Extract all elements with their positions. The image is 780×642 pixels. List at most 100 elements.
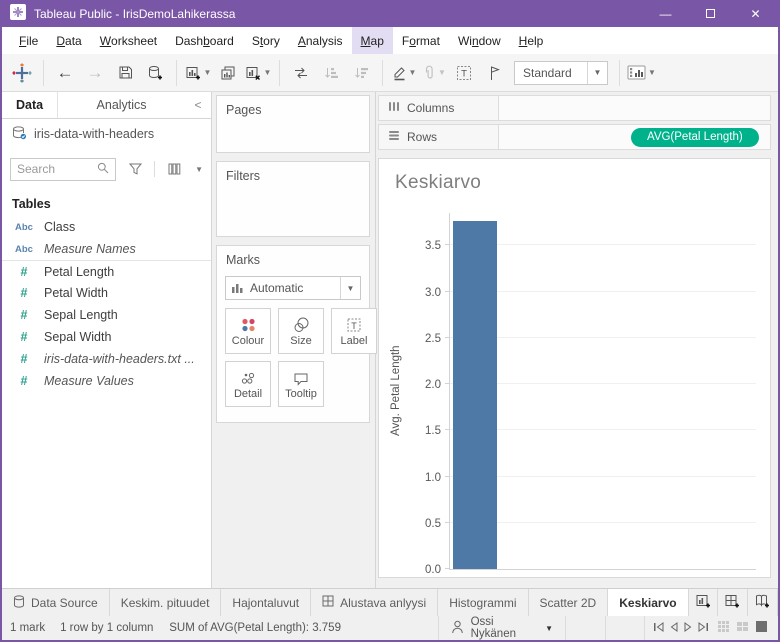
columns-shelf-area[interactable] xyxy=(499,95,771,121)
y-tick-mark xyxy=(445,244,450,246)
tableau-logo-icon[interactable] xyxy=(8,59,36,87)
tab-histogrammi[interactable]: Histogrammi xyxy=(438,589,529,616)
save-button[interactable] xyxy=(111,59,139,87)
new-dashboard-button[interactable] xyxy=(718,589,749,616)
field-sepal-width[interactable]: # Sepal Width xyxy=(2,326,211,348)
search-input[interactable] xyxy=(17,162,94,176)
new-story-button[interactable] xyxy=(748,589,778,616)
show-filmstrip-icon[interactable] xyxy=(736,620,749,636)
fit-selector[interactable]: Standard ▼ xyxy=(514,60,608,85)
show-sheet-icon[interactable] xyxy=(755,620,768,636)
view-data-grid-icon[interactable] xyxy=(160,155,188,183)
menu-file[interactable]: File xyxy=(10,27,47,54)
clear-sheet-button[interactable]: ▼ xyxy=(244,59,272,87)
data-pane: Data Analytics < iris-data-with-headers … xyxy=(2,92,212,588)
tab-hajontaluvut[interactable]: Hajontaluvut xyxy=(221,589,312,616)
redo-button[interactable]: → xyxy=(81,59,109,87)
filters-shelf[interactable]: Filters xyxy=(216,161,370,237)
show-me-button[interactable]: ▼ xyxy=(627,59,656,87)
field-petal-length[interactable]: # Petal Length xyxy=(2,260,211,282)
toolbar: ← → ▼ ▼ ▼ ▼ T Standard ▼ ▼ xyxy=(2,54,778,92)
undo-button[interactable]: ← xyxy=(51,59,79,87)
fix-axes-button[interactable] xyxy=(480,59,508,87)
mark-type-caret[interactable]: ▼ xyxy=(340,277,360,299)
new-worksheet-button[interactable]: ▼ xyxy=(184,59,212,87)
field-label: iris-data-with-headers.txt ... xyxy=(44,352,195,366)
new-worksheet-button[interactable] xyxy=(689,589,719,616)
show-mark-labels-button[interactable]: T xyxy=(450,59,478,87)
field-measure-names[interactable]: Abc Measure Names xyxy=(2,238,211,260)
bar-mark[interactable] xyxy=(453,221,497,569)
menu-worksheet[interactable]: Worksheet xyxy=(91,27,166,54)
y-axis-label[interactable]: Avg. Petal Length xyxy=(388,213,404,569)
show-tabs-icon[interactable] xyxy=(717,620,730,636)
previous-sheet-icon[interactable] xyxy=(670,621,678,635)
titlebar: Tableau Public - IrisDemoLahikerassa — ✕ xyxy=(2,0,778,27)
size-icon xyxy=(292,316,310,334)
user-menu-caret[interactable]: ▼ xyxy=(545,624,553,633)
marks-label-button[interactable]: T Label xyxy=(331,308,377,354)
menu-story[interactable]: St ory xyxy=(243,27,289,54)
mark-type-dropdown[interactable]: Automatic ▼ xyxy=(225,276,361,300)
menu-window[interactable]: Wi n dow xyxy=(449,27,510,54)
field-iris-data-with-headers-txt[interactable]: # iris-data-with-headers.txt ... xyxy=(2,348,211,370)
collapse-pane-button[interactable]: < xyxy=(185,92,211,118)
marks-colour-button[interactable]: Colour xyxy=(225,308,271,354)
user-menu[interactable]: Ossi Nykänen ▼ xyxy=(437,616,567,640)
menu-format[interactable]: Fo rmat xyxy=(393,27,449,54)
menu-map[interactable]: Map xyxy=(351,27,393,54)
first-sheet-icon[interactable] xyxy=(653,621,664,635)
menu-analysis[interactable]: Analysis xyxy=(289,27,352,54)
menu-dashboard[interactable]: Dash b oard xyxy=(166,27,243,54)
rows-shelf-area[interactable]: AVG(Petal Length) xyxy=(499,124,771,150)
columns-shelf[interactable]: Columns xyxy=(378,95,771,121)
y-tick-label: 2.0 xyxy=(425,379,441,392)
tab-scatter-2d[interactable]: Scatter 2D xyxy=(529,589,609,616)
number-field-icon: # xyxy=(20,264,28,279)
marks-tooltip-button[interactable]: Tooltip xyxy=(278,361,324,407)
y-tick-mark xyxy=(445,568,450,569)
duplicate-button[interactable] xyxy=(214,59,242,87)
view-grid-caret[interactable]: ▼ xyxy=(195,165,203,174)
group-members-button[interactable]: ▼ xyxy=(420,59,448,87)
field-petal-width[interactable]: # Petal Width xyxy=(2,282,211,304)
rows-shelf[interactable]: Rows AVG(Petal Length) xyxy=(378,124,771,150)
statusbar: 1 mark 1 row by 1 column SUM of AVG(Peta… xyxy=(2,616,778,640)
sort-ascending-button[interactable] xyxy=(317,59,345,87)
rows-label: Rows xyxy=(407,130,438,144)
tab-keskiarvo[interactable]: Keskiarvo xyxy=(608,589,689,616)
search-box[interactable] xyxy=(10,157,117,181)
y-tick-label: 1.0 xyxy=(425,471,441,484)
field-class[interactable]: Abc Class xyxy=(2,216,211,238)
pages-shelf[interactable]: Pages xyxy=(216,95,370,153)
last-sheet-icon[interactable] xyxy=(698,621,709,635)
fit-selector-caret[interactable]: ▼ xyxy=(587,61,607,84)
marks-detail-button[interactable]: Detail xyxy=(225,361,271,407)
swap-rows-columns-button[interactable] xyxy=(287,59,315,87)
tab-label: Alustava anlyysi xyxy=(340,595,427,610)
sort-descending-button[interactable] xyxy=(347,59,375,87)
cards-column: Pages Filters Marks Automatic ▼ Colour Si… xyxy=(212,92,377,588)
tab-data-source[interactable]: Data Source xyxy=(2,589,110,616)
datasource-row[interactable]: iris-data-with-headers xyxy=(2,119,211,149)
y-tick-mark xyxy=(445,290,450,292)
menu-data[interactable]: Data xyxy=(47,27,90,54)
maximize-button[interactable] xyxy=(688,0,733,27)
tab-analytics[interactable]: Analytics xyxy=(58,92,185,118)
close-button[interactable]: ✕ xyxy=(733,0,778,27)
field-measure-values[interactable]: # Measure Values xyxy=(2,370,211,392)
filter-fields-icon[interactable] xyxy=(121,155,149,183)
field-list: Abc Class Abc Measure Names # Petal Length # Pe… xyxy=(2,216,211,392)
marks-size-button[interactable]: Size xyxy=(278,308,324,354)
tab-keskim-pituudet[interactable]: Keskim. pituudet xyxy=(110,589,222,616)
next-sheet-icon[interactable] xyxy=(684,621,692,635)
tab-alustava-anlyysi[interactable]: Alustava anlyysi xyxy=(311,589,439,616)
highlight-button[interactable]: ▼ xyxy=(390,59,418,87)
rows-pill[interactable]: AVG(Petal Length) xyxy=(631,127,759,147)
minimize-button[interactable]: — xyxy=(643,0,688,27)
field-sepal-length[interactable]: # Sepal Length xyxy=(2,304,211,326)
sheet-navigation xyxy=(645,621,717,635)
tab-data[interactable]: Data xyxy=(2,92,59,118)
new-data-source-button[interactable] xyxy=(141,59,169,87)
menu-help[interactable]: Help xyxy=(510,27,553,54)
